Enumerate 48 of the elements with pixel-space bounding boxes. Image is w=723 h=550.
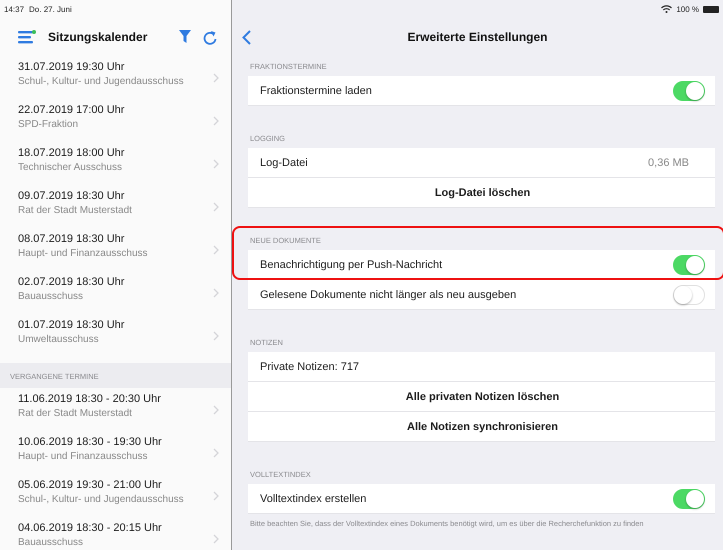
meeting-list-item[interactable]: 31.07.2019 19:30 Uhr Schul-, Kultur- und Jugendausschuss [0,56,231,99]
meeting-list-item[interactable]: 05.06.2019 19:30 - 21:00 Uhr Schul-, Kultur- und Jugendausschuss [0,474,231,517]
meeting-list-item[interactable]: 11.06.2019 18:30 - 20:30 Uhr Rat der Stadt Musterstadt [0,388,231,431]
setting-label: Benachrichtigung per Push-Nachricht [260,258,442,270]
chevron-icon [213,491,219,501]
chevron-icon [213,245,219,255]
action-button[interactable]: Alle Notizen synchronisieren [248,412,715,442]
setting-value: 0,36 MB [648,156,689,168]
chevron-icon [213,534,219,544]
meeting-list-item[interactable]: 22.07.2019 17:00 Uhr SPD-Fraktion [0,99,231,142]
filter-icon[interactable] [179,30,191,44]
meeting-list-item[interactable]: 10.06.2019 18:30 - 19:30 Uhr Haupt- und Finanzausschuss [0,431,231,474]
toggle-switch[interactable] [673,488,705,508]
status-time: 14:37 [4,4,24,14]
setting-label: Private Notizen: 717 [260,360,360,372]
toggle-switch[interactable] [673,80,705,100]
status-date: Do. 27. Juni [29,4,72,14]
meeting-list-item[interactable]: 08.07.2019 18:30 Uhr Haupt- und Finanzausschuss [0,228,231,271]
wifi-icon [661,5,672,13]
chevron-icon [213,202,219,212]
meeting-list-item[interactable]: 04.06.2019 18:30 - 20:15 Uhr Bauausschuss [0,517,231,550]
sidebar-title: Sitzungskalender [48,30,148,44]
chevron-icon [213,448,219,458]
page-title: Erweiterte Einstellungen [407,30,548,44]
action-button[interactable]: Log-Datei löschen [248,178,715,208]
meeting-list-item[interactable]: 01.07.2019 18:30 Uhr Umweltausschuss [0,314,231,357]
battery-level: 100 % [676,4,699,14]
setting-label: Log-Datei [260,156,308,168]
setting-label: Volltextindex erstellen [260,492,366,504]
back-icon[interactable] [242,30,251,45]
setting-label: Gelesene Dokumente nicht länger als neu ausgeben [260,288,516,300]
settings-row[interactable]: Log-Datei 0,36 MB [248,148,715,178]
meeting-list-item[interactable]: 02.07.2019 18:30 Uhr Bauausschuss [0,271,231,314]
chevron-icon [213,116,219,126]
menu-icon[interactable] [18,30,36,44]
chevron-icon [213,73,219,83]
chevron-icon [213,288,219,298]
toggle-switch[interactable] [673,254,705,274]
toggle-switch[interactable] [673,284,705,304]
chevron-icon [213,405,219,415]
chevron-icon [213,159,219,169]
action-button[interactable]: Alle privaten Notizen löschen [248,382,715,412]
chevron-icon [213,331,219,341]
battery-icon [703,6,719,12]
meeting-list-item[interactable]: 18.07.2019 18:00 Uhr Technischer Ausschuss [0,142,231,185]
meeting-list-item[interactable]: 09.07.2019 18:30 Uhr Rat der Stadt Musterstadt [0,185,231,228]
setting-label: Fraktionstermine laden [260,84,372,96]
refresh-icon[interactable] [203,30,217,44]
